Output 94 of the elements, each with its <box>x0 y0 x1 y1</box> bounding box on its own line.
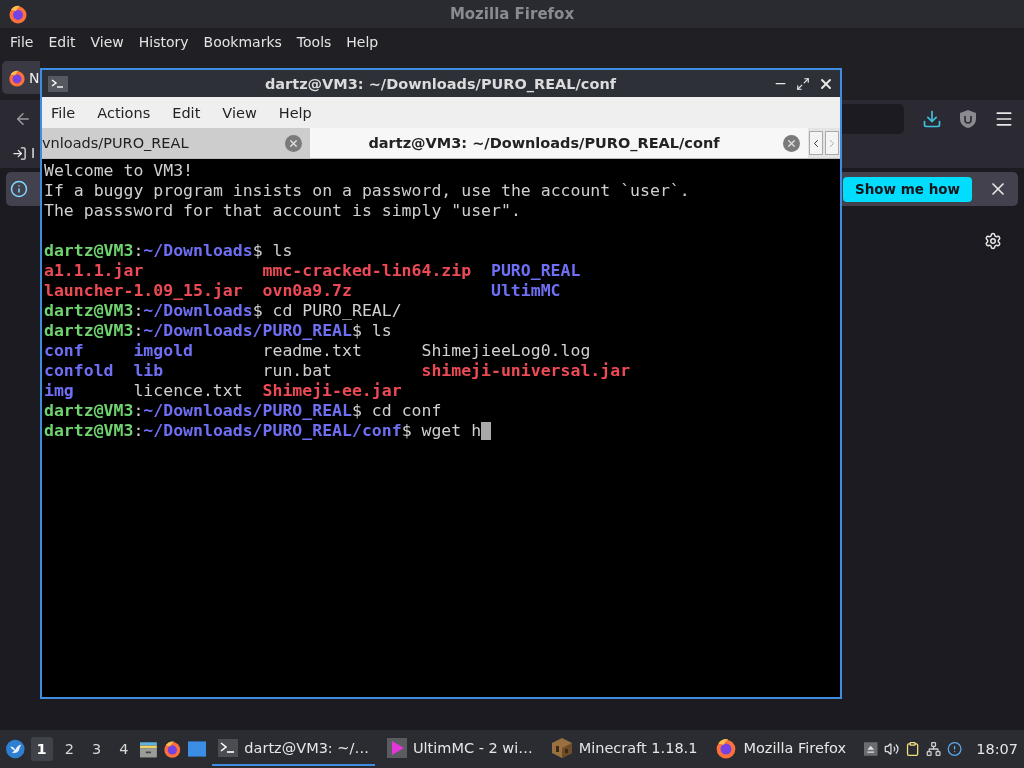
eject-icon[interactable] <box>864 741 878 757</box>
file-name: imgold <box>133 341 193 361</box>
prompt-separator: : <box>133 321 144 341</box>
terminal-icon <box>218 739 239 757</box>
prompt-separator: : <box>133 301 144 321</box>
output-text: If a buggy program insists on a password, use the account `user`. <box>44 181 690 201</box>
file-name: a1.1.1.jar <box>44 261 144 281</box>
terminal-tab[interactable]: dartz@VM3: ~/Downloads/PURO_REAL/conf <box>310 128 808 158</box>
output-text: The passsword for that account is simply "user". <box>44 201 521 221</box>
menu-item[interactable]: Tools <box>296 33 332 50</box>
file-name: ShimejieeLog0.log <box>421 341 591 361</box>
sign-in-icon[interactable] <box>12 145 27 161</box>
task-button[interactable]: Mozilla Firefox <box>709 732 852 766</box>
prompt-user: dartz@VM3 <box>44 241 134 261</box>
file-name: Shimeji-ee.jar <box>262 381 402 401</box>
terminal-tab[interactable]: vnloads/PURO_REAL <box>42 128 310 158</box>
prompt-path: ~/Downloads/PURO_REAL/conf <box>143 421 402 441</box>
menu-item[interactable]: Help <box>346 33 379 50</box>
menu-item[interactable]: Edit <box>48 33 76 50</box>
settings-icon[interactable] <box>984 232 1002 250</box>
shield-icon[interactable] <box>960 110 976 128</box>
block-icon <box>550 737 573 759</box>
firefox-icon <box>8 68 26 87</box>
menu-item[interactable]: Bookmarks <box>203 33 282 50</box>
file-name: confold <box>44 361 114 381</box>
workspace-button[interactable]: 3 <box>85 737 108 761</box>
command-text: $ wget h <box>401 421 482 441</box>
desktop-icon[interactable] <box>187 740 207 758</box>
maximize-icon[interactable] <box>796 76 810 91</box>
prompt-separator: : <box>133 421 144 441</box>
file-name: mmc-cracked-lin64.zip <box>262 261 472 281</box>
task-button[interactable]: UltimMC - 2 wi… <box>380 732 539 766</box>
prompt-separator: : <box>133 241 144 261</box>
download-icon[interactable] <box>922 109 942 129</box>
file-name: licence.txt <box>133 381 243 401</box>
menu-item[interactable]: Actions <box>97 104 151 121</box>
start-menu-icon[interactable] <box>6 738 25 760</box>
task-button[interactable]: Minecraft 1.18.1 <box>544 732 704 766</box>
window-title: dartz@VM3: ~/Downloads/PURO_REAL/conf <box>263 75 618 92</box>
prompt-user: dartz@VM3 <box>44 421 134 441</box>
speaker-icon[interactable] <box>883 740 899 758</box>
play-icon <box>386 738 407 758</box>
firefox-icon <box>163 738 182 760</box>
show-me-how-button[interactable]: Show me how <box>842 176 972 202</box>
window-title: Mozilla Firefox <box>448 5 576 23</box>
file-name: img <box>44 381 74 401</box>
info-icon <box>10 180 28 198</box>
menu-item[interactable]: View <box>90 33 124 50</box>
browser-tab[interactable]: N <box>2 61 40 94</box>
bookmark-label[interactable]: I <box>31 145 36 161</box>
menu-item[interactable]: History <box>138 33 189 50</box>
scroll-left-button[interactable] <box>809 131 823 155</box>
firefox-icon <box>715 737 738 759</box>
command-text: $ cd PURO_REAL/ <box>252 301 402 321</box>
file-name: lib <box>133 361 164 381</box>
workspace-button[interactable]: 4 <box>113 737 135 761</box>
file-name: ovn0a9.7z <box>262 281 352 301</box>
menu-item[interactable]: Edit <box>172 104 201 121</box>
prompt-user: dartz@VM3 <box>44 401 134 421</box>
workspace-button[interactable]: 1 <box>30 737 53 761</box>
file-name: PURO_REAL <box>491 261 581 281</box>
prompt-path: ~/Downloads/PURO_REAL <box>143 321 352 341</box>
prompt-path: ~/Downloads/PURO_REAL <box>143 401 352 421</box>
back-icon[interactable] <box>14 110 32 128</box>
menu-item[interactable]: View <box>222 104 257 121</box>
file-name: run.bat <box>262 361 333 381</box>
alert-icon[interactable] <box>947 740 963 758</box>
clipboard-icon[interactable] <box>904 740 920 758</box>
menu-icon[interactable] <box>994 109 1014 129</box>
prompt-user: dartz@VM3 <box>44 301 134 321</box>
firefox-icon <box>8 4 28 24</box>
file-name: launcher-1.09_15.jar <box>44 281 243 301</box>
file-name: readme.txt <box>262 341 362 361</box>
terminal-icon <box>48 75 68 92</box>
clock[interactable]: 18:07 <box>976 741 1019 757</box>
prompt-user: dartz@VM3 <box>44 321 134 341</box>
task-button[interactable]: dartz@VM3: ~/… <box>212 732 375 766</box>
file-cabinet-icon[interactable] <box>140 739 158 759</box>
file-name: shimeji-universal.jar <box>421 361 631 381</box>
output-text: Welcome to VM3! <box>44 161 193 181</box>
prompt-path: ~/Downloads <box>143 241 253 261</box>
command-text: $ ls <box>351 321 392 341</box>
prompt-separator: : <box>133 401 144 421</box>
command-text: $ ls <box>252 241 293 261</box>
menu-item[interactable]: Help <box>278 104 312 121</box>
menu-item[interactable]: File <box>51 104 76 121</box>
workspace-button[interactable]: 2 <box>58 737 80 761</box>
file-name: UltimMC <box>491 281 561 301</box>
url-field[interactable] <box>840 104 904 134</box>
file-name: conf <box>44 341 84 361</box>
prompt-path: ~/Downloads <box>143 301 253 321</box>
command-text: $ cd conf <box>351 401 442 421</box>
network-icon[interactable] <box>925 740 942 758</box>
menu-item[interactable]: File <box>10 33 34 50</box>
